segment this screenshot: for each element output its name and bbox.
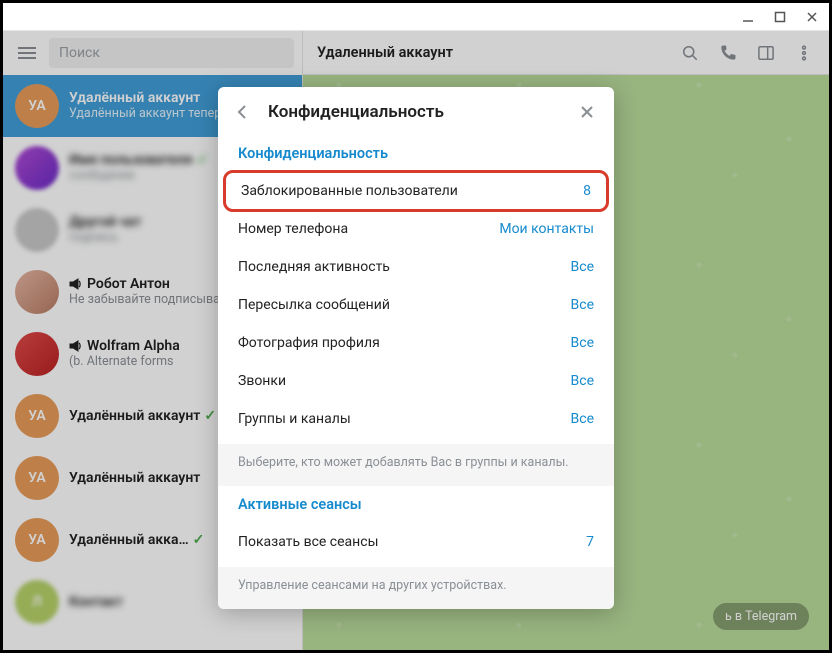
settings-row-label: Фотография профиля: [238, 335, 380, 351]
window-titlebar: [3, 3, 829, 31]
settings-row[interactable]: Звонки Все: [218, 362, 614, 400]
settings-row-value: 7: [586, 534, 594, 550]
sessions-note: Управление сеансами на других устройства…: [218, 567, 614, 609]
settings-row-label: Показать все сеансы: [238, 534, 378, 550]
close-button[interactable]: [576, 101, 598, 123]
window-close-button[interactable]: [803, 8, 821, 26]
settings-row-label: Заблокированные пользователи: [241, 183, 458, 199]
sessions-section-header: Активные сеансы: [218, 488, 614, 523]
privacy-note: Выберите, кто может добавлять Вас в груп…: [218, 444, 614, 486]
settings-row-value: Все: [571, 411, 594, 427]
settings-row-value: Все: [571, 373, 594, 389]
privacy-panel: Конфиденциальность Конфиденциальность За…: [218, 87, 614, 609]
settings-row-label: Группы и каналы: [238, 411, 351, 427]
settings-row-label: Звонки: [238, 373, 286, 389]
settings-row[interactable]: Группы и каналы Все: [218, 400, 614, 438]
settings-row-label: Номер телефона: [238, 221, 348, 237]
settings-row[interactable]: Показать все сеансы 7: [218, 523, 614, 561]
window-minimize-button[interactable]: [739, 8, 757, 26]
settings-row-value: Все: [571, 297, 594, 313]
settings-row[interactable]: Фотография профиля Все: [218, 324, 614, 362]
settings-row-value: 8: [583, 183, 591, 199]
settings-row-value: Все: [571, 335, 594, 351]
privacy-section-header: Конфиденциальность: [218, 137, 614, 172]
panel-title: Конфиденциальность: [268, 102, 562, 122]
settings-row-value: Мои контакты: [499, 221, 594, 237]
settings-row[interactable]: Последняя активность Все: [218, 248, 614, 286]
settings-row[interactable]: Пересылка сообщений Все: [218, 286, 614, 324]
back-button[interactable]: [232, 101, 254, 123]
window-maximize-button[interactable]: [771, 8, 789, 26]
settings-row[interactable]: Номер телефона Мои контакты: [218, 210, 614, 248]
settings-row-value: Все: [571, 259, 594, 275]
settings-row[interactable]: Заблокированные пользователи 8: [223, 170, 609, 212]
settings-row-label: Пересылка сообщений: [238, 297, 390, 313]
settings-row-label: Последняя активность: [238, 259, 390, 275]
